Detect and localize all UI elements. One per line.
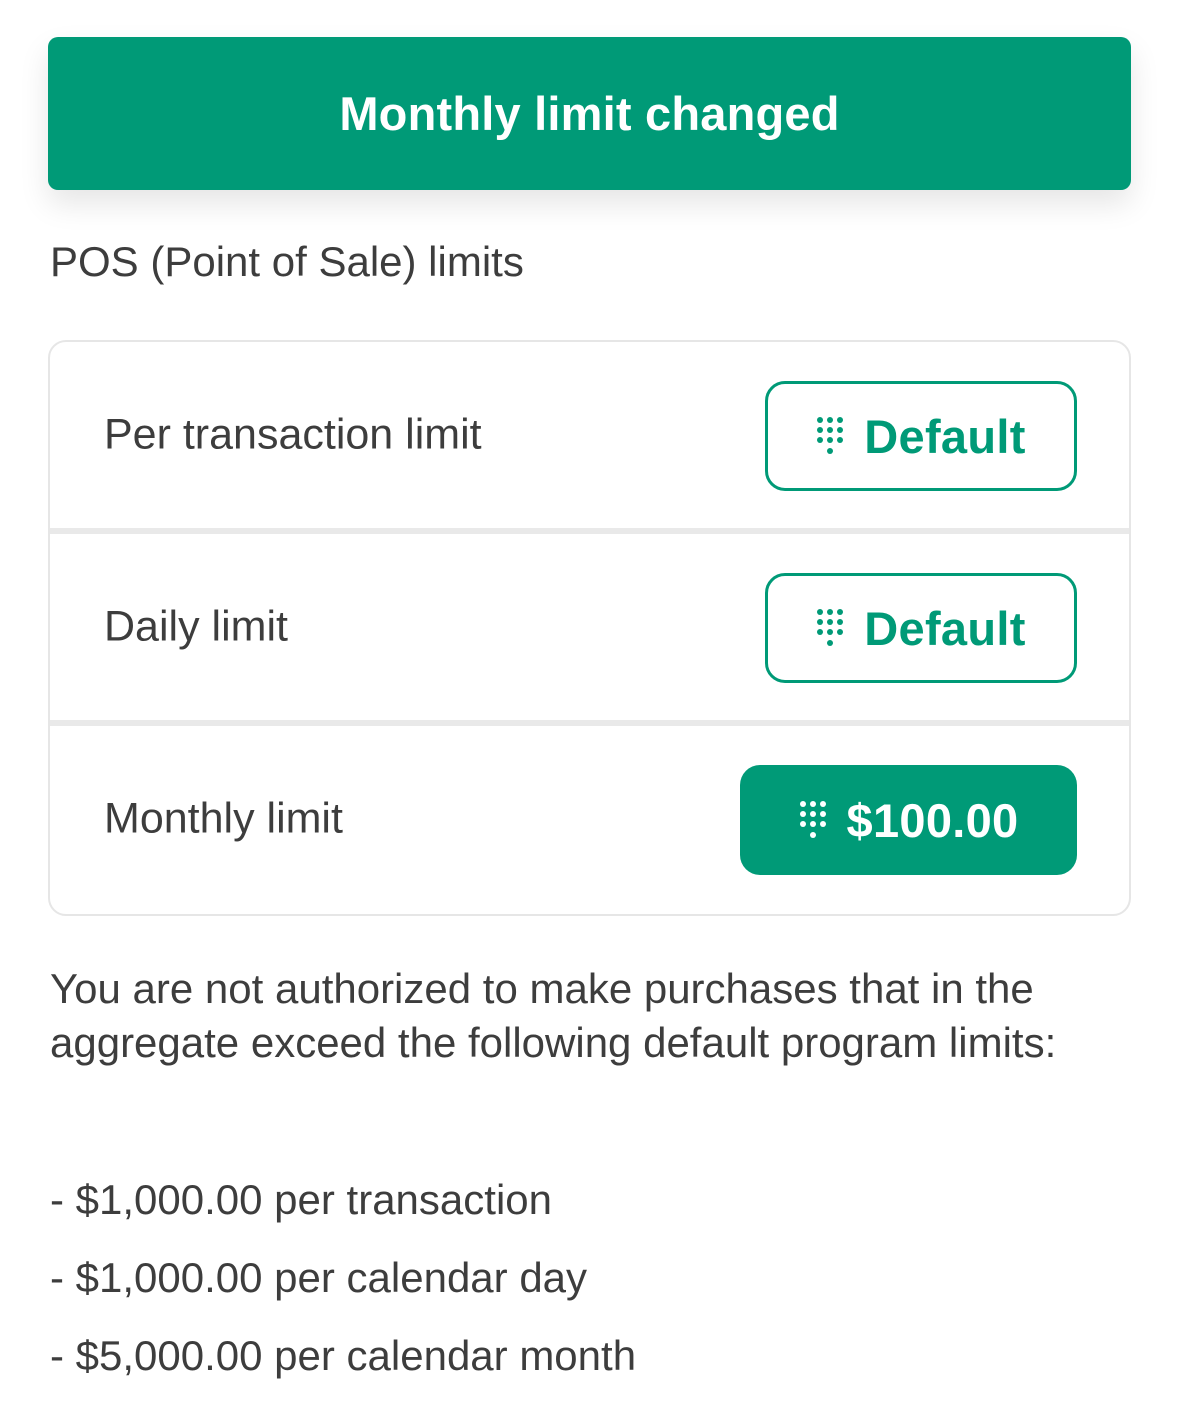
monthly-limit-button[interactable]: $100.00	[740, 765, 1077, 875]
limit-row-monthly: Monthly limit $100.00	[50, 726, 1129, 912]
limit-value: Default	[864, 409, 1026, 463]
limit-value: Default	[864, 601, 1026, 655]
toast-banner: Monthly limit changed	[48, 37, 1131, 190]
limit-label: Monthly limit	[104, 794, 343, 843]
keypad-icon	[799, 801, 826, 838]
list-item: - $1,000.00 per calendar day	[50, 1254, 588, 1301]
limit-label: Daily limit	[104, 602, 288, 651]
default-limits-list: - $1,000.00 per transaction - $1,000.00 …	[50, 1172, 636, 1406]
limits-card: Per transaction limit Default Daily limi…	[48, 340, 1131, 916]
section-title: POS (Point of Sale) limits	[50, 238, 524, 285]
toast-message: Monthly limit changed	[339, 87, 840, 140]
keypad-icon	[817, 609, 844, 646]
limit-row-per-transaction: Per transaction limit Default	[50, 342, 1129, 528]
limit-row-daily: Daily limit Default	[50, 534, 1129, 720]
limit-label: Per transaction limit	[104, 410, 482, 459]
per-transaction-limit-button[interactable]: Default	[765, 381, 1077, 491]
daily-limit-button[interactable]: Default	[765, 573, 1077, 683]
list-item: - $1,000.00 per transaction	[50, 1176, 552, 1223]
disclaimer-text: You are not authorized to make purchases…	[50, 965, 1057, 1066]
list-item: - $5,000.00 per calendar month	[50, 1332, 637, 1379]
limit-value: $100.00	[846, 793, 1019, 847]
keypad-icon	[817, 417, 844, 454]
